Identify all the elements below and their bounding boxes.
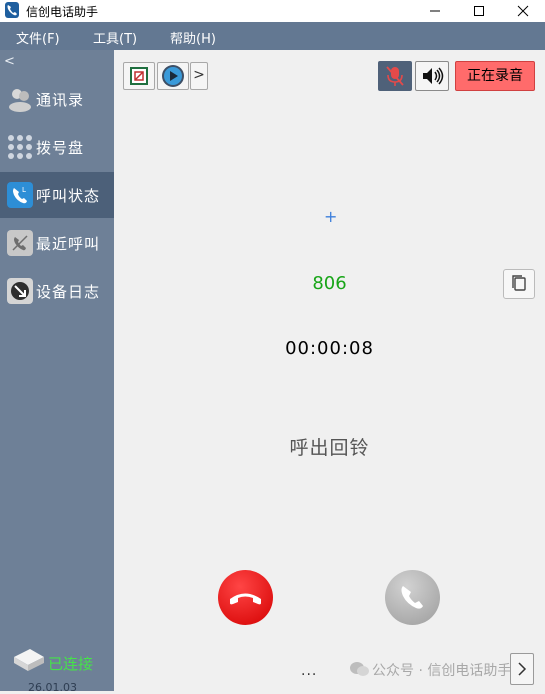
chevron-right-icon: > (193, 67, 205, 83)
device-log-icon (7, 278, 33, 304)
sidebar-item-dialpad[interactable]: 拨号盘 (0, 124, 114, 170)
contacts-icon (7, 86, 33, 112)
sidebar-item-contacts[interactable]: 通讯录 (0, 76, 114, 122)
next-page-button[interactable] (510, 653, 534, 685)
sidebar-item-label: 最近呼叫 (36, 235, 101, 253)
close-button[interactable] (500, 0, 545, 22)
mute-microphone-button[interactable] (378, 61, 412, 91)
menu-help[interactable]: 帮助(H) (170, 28, 216, 47)
device-icon (12, 647, 46, 673)
record-file-button[interactable] (123, 62, 155, 90)
sidebar-item-label: 设备日志 (36, 283, 101, 301)
more-tools-button[interactable]: > (190, 62, 208, 90)
status-date: 26.01.03 (28, 681, 77, 694)
dialpad-icon (7, 134, 33, 160)
recent-calls-icon (7, 230, 33, 256)
title-bar: 信创电话助手 (0, 0, 545, 22)
menu-tools[interactable]: 工具(T) (93, 28, 137, 47)
copy-number-button[interactable] (503, 269, 535, 299)
call-timer: 00:00:08 (285, 338, 374, 359)
call-state: 呼出回铃 (289, 437, 370, 459)
app-phone-icon (5, 2, 19, 18)
answer-button[interactable] (385, 570, 440, 625)
more-dots[interactable]: ... (301, 663, 317, 679)
watermark-text: 公众号 · 信创电话助手 (372, 663, 512, 679)
menu-file[interactable]: 文件(F) (16, 28, 60, 47)
call-number: 806 (312, 273, 347, 294)
sidebar-item-label: 呼叫状态 (36, 187, 101, 205)
collapse-sidebar-icon[interactable]: < (4, 54, 15, 69)
recording-button[interactable]: 正在录音 (455, 61, 535, 91)
speaker-button[interactable] (415, 61, 449, 91)
sidebar-item-call-status[interactable]: L 呼叫状态 (0, 172, 114, 218)
sidebar-item-recent-calls[interactable]: 最近呼叫 (0, 220, 114, 266)
sidebar: < 通讯录 拨号盘 L 呼叫状态 最近呼叫 设备日志 已连接 26.01.03 (0, 50, 114, 694)
hangup-button[interactable] (218, 570, 273, 625)
sidebar-item-label: 通讯录 (36, 91, 85, 109)
window-title: 信创电话助手 (26, 5, 99, 19)
menu-bar: 文件(F) 工具(T) 帮助(H) (0, 22, 545, 50)
call-status-icon: L (7, 182, 33, 208)
sidebar-item-device-log[interactable]: 设备日志 (0, 268, 114, 314)
svg-text:L: L (22, 186, 26, 194)
sidebar-item-label: 拨号盘 (36, 139, 85, 157)
minimize-button[interactable] (412, 0, 458, 22)
connection-status: 已连接 (48, 655, 94, 673)
play-button[interactable] (157, 62, 189, 90)
maximize-button[interactable] (456, 0, 502, 22)
add-contact-icon[interactable]: + (324, 207, 337, 226)
call-panel: > 正在录音 + 806 00:00:08 呼出回铃 ... 公众号 · 信创电… (114, 50, 545, 691)
wechat-icon (350, 660, 370, 678)
